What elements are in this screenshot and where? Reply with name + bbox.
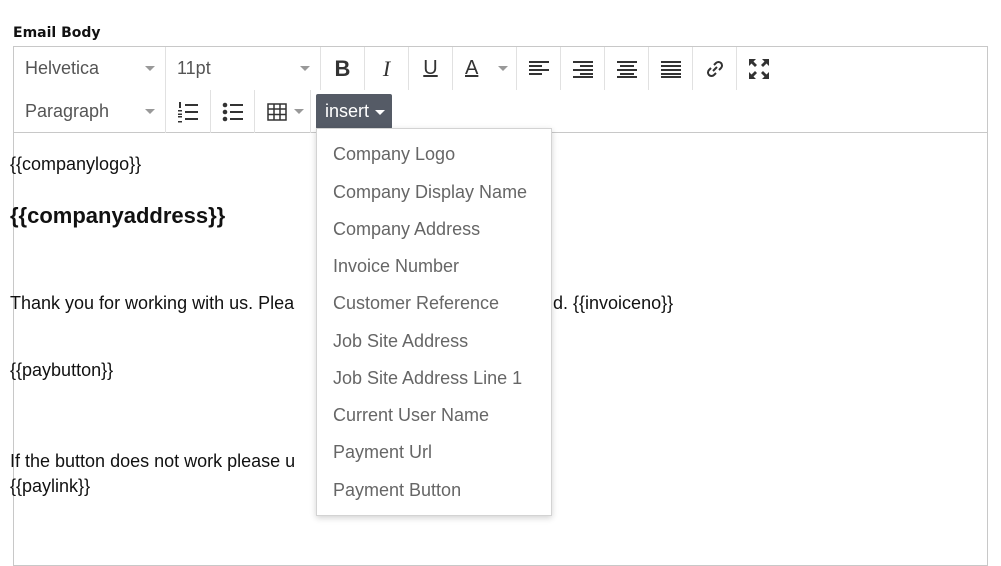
italic-button[interactable]: I [365, 47, 409, 90]
bold-button[interactable]: B [321, 47, 365, 90]
bold-icon: B [334, 55, 351, 81]
insert-menu-item[interactable]: Job Site Address [333, 331, 468, 352]
chevron-down-icon [498, 66, 508, 71]
email-body-label: Email Body [13, 25, 101, 41]
insert-menu-item[interactable]: Customer Reference [333, 293, 499, 314]
font-size-select[interactable]: 11pt [166, 47, 321, 90]
table-button[interactable] [255, 90, 311, 133]
insert-menu-item[interactable]: Company Logo [333, 144, 455, 165]
link-button[interactable] [693, 47, 737, 90]
font-family-select[interactable]: Helvetica [14, 47, 166, 90]
editor-toolbar: Helvetica 11pt B I U A Paragraph insert [14, 47, 987, 133]
insert-menu-item[interactable]: Payment Url [333, 442, 432, 463]
content-line-companylogo: {{companylogo}} [10, 154, 142, 174]
table-icon [267, 102, 287, 121]
align-center-icon [616, 60, 637, 78]
content-line-thankyou-end: d. {{invoiceno}} [553, 293, 674, 313]
italic-icon: I [382, 55, 391, 81]
align-right-icon [572, 60, 593, 78]
numbered-list-button[interactable] [166, 90, 211, 133]
insert-label: insert [325, 101, 370, 121]
chevron-down-icon [294, 109, 304, 114]
insert-menu-item[interactable]: Invoice Number [333, 256, 459, 277]
bullet-list-icon [222, 102, 243, 121]
align-right-button[interactable] [561, 47, 605, 90]
content-line-thankyou-start: Thank you for working with us. Plea [10, 293, 295, 313]
numbered-list-icon [178, 101, 198, 122]
block-format-select[interactable]: Paragraph [14, 90, 166, 133]
bullet-list-button[interactable] [211, 90, 255, 133]
chevron-down-icon [300, 66, 310, 71]
chevron-down-icon [375, 110, 386, 115]
insert-menu-item[interactable]: Company Address [333, 219, 480, 240]
insert-menu-item[interactable]: Payment Button [333, 480, 461, 501]
underline-button[interactable]: U [409, 47, 453, 90]
font-size-value: 11pt [177, 58, 211, 78]
chevron-down-icon [145, 66, 155, 71]
content-line-ifbutton: If the button does not work please u [10, 451, 296, 471]
text-color-icon: A [465, 57, 479, 79]
link-icon [706, 60, 723, 77]
insert-dropdown-button[interactable]: insert [316, 94, 392, 129]
fullscreen-button[interactable] [737, 47, 781, 90]
block-format-value: Paragraph [25, 101, 110, 121]
insert-menu-item[interactable]: Company Display Name [333, 182, 527, 203]
content-line-companyaddress: {{companyaddress}} [10, 203, 226, 228]
align-center-button[interactable] [605, 47, 649, 90]
align-justify-icon [660, 60, 681, 78]
insert-menu-item[interactable]: Job Site Address Line 1 [333, 368, 522, 389]
align-left-button[interactable] [517, 47, 561, 90]
font-family-value: Helvetica [25, 58, 100, 78]
chevron-down-icon [145, 109, 155, 114]
underline-icon: U [423, 57, 438, 79]
align-justify-button[interactable] [649, 47, 693, 90]
content-line-paylink: {{paylink}} [10, 476, 91, 496]
fullscreen-icon [749, 58, 769, 79]
insert-dropdown-menu: Company Logo Company Display Name Compan… [316, 128, 552, 516]
text-color-button[interactable]: A [453, 47, 517, 90]
insert-menu-item[interactable]: Current User Name [333, 405, 489, 426]
content-line-paybutton: {{paybutton}} [10, 360, 114, 380]
align-left-icon [528, 60, 549, 75]
